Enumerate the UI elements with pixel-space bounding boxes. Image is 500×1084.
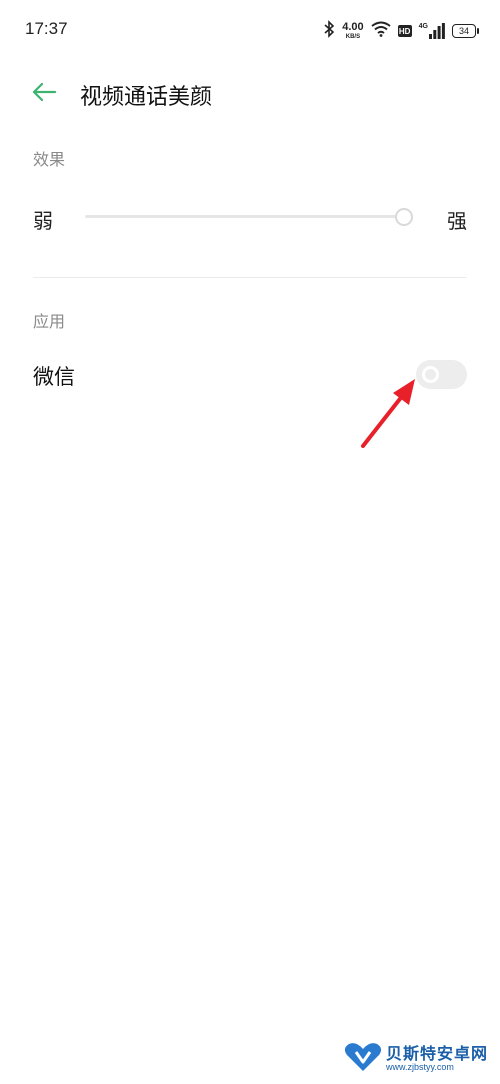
wifi-icon xyxy=(371,21,391,41)
slider-max-label: 强 xyxy=(447,209,467,233)
wechat-row-label: 微信 xyxy=(33,365,75,389)
status-time: 17:37 xyxy=(25,19,68,38)
watermark-logo: 贝斯特安卓网 www.zjbstyy.com xyxy=(344,1042,488,1076)
back-button[interactable] xyxy=(28,80,60,108)
watermark-heart-icon xyxy=(344,1042,382,1076)
status-icons: 4.00 KB/S HD 4G 34 xyxy=(323,20,479,42)
watermark-text: 贝斯特安卓网 xyxy=(385,1044,488,1064)
net-speed-unit: KB/S xyxy=(345,34,361,40)
beauty-level-slider-track[interactable] xyxy=(85,215,413,218)
page-title: 视频通话美颜 xyxy=(80,85,213,110)
watermark-url: www.zjbstyy.com xyxy=(385,1061,454,1072)
effect-section-header: 效果 xyxy=(33,150,66,169)
beauty-level-slider-thumb[interactable] xyxy=(395,208,413,226)
apps-section-header: 应用 xyxy=(33,312,66,331)
slider-min-label: 弱 xyxy=(33,209,53,233)
red-arrow-annotation xyxy=(355,375,425,455)
signal-icon: 4G xyxy=(419,23,445,39)
section-divider xyxy=(33,277,467,278)
back-arrow-icon xyxy=(31,82,57,106)
hd-badge: HD xyxy=(397,25,412,37)
battery-icon: 34 xyxy=(452,24,479,38)
signal-type: 4G xyxy=(418,23,428,30)
net-speed: 4.00 KB/S xyxy=(342,21,364,41)
bluetooth-icon xyxy=(323,20,335,42)
net-speed-value: 4.00 xyxy=(342,21,364,33)
